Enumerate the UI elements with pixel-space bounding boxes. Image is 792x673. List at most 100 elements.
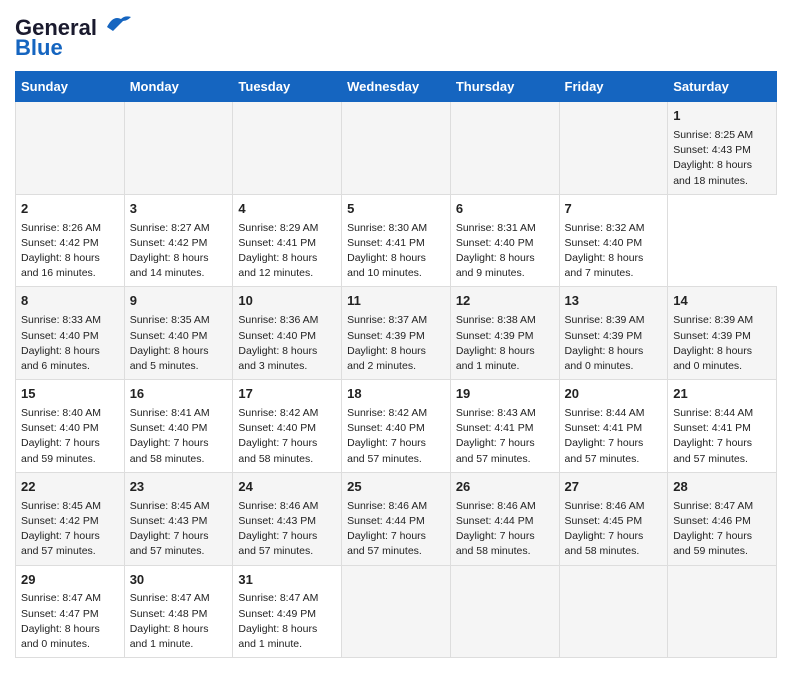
sunset-text: Sunset: 4:47 PM bbox=[21, 608, 99, 620]
sunset-text: Sunset: 4:40 PM bbox=[238, 422, 316, 434]
calendar-cell: 22Sunrise: 8:45 AMSunset: 4:42 PMDayligh… bbox=[16, 472, 125, 565]
calendar-table: SundayMondayTuesdayWednesdayThursdayFrid… bbox=[15, 71, 777, 658]
calendar-cell bbox=[233, 102, 342, 195]
sunrise-text: Sunrise: 8:39 AM bbox=[673, 314, 753, 326]
sunset-text: Sunset: 4:41 PM bbox=[456, 422, 534, 434]
calendar-cell bbox=[450, 565, 559, 658]
col-header-friday: Friday bbox=[559, 72, 668, 102]
daylight-text: Daylight: 7 hours and 58 minutes. bbox=[565, 530, 644, 557]
daylight-text: Daylight: 8 hours and 5 minutes. bbox=[130, 345, 209, 372]
calendar-cell: 17Sunrise: 8:42 AMSunset: 4:40 PMDayligh… bbox=[233, 380, 342, 473]
daylight-text: Daylight: 7 hours and 57 minutes. bbox=[130, 530, 209, 557]
sunset-text: Sunset: 4:43 PM bbox=[130, 515, 208, 527]
calendar-week-row: 1Sunrise: 8:25 AMSunset: 4:43 PMDaylight… bbox=[16, 102, 777, 195]
day-number: 22 bbox=[21, 478, 119, 497]
calendar-cell: 14 Sunrise: 8:39 AM Sunset: 4:39 PM Dayligh… bbox=[668, 287, 777, 380]
sunrise-text: Sunrise: 8:47 AM bbox=[130, 592, 210, 604]
sunset-text: Sunset: 4:40 PM bbox=[347, 422, 425, 434]
calendar-cell: 15Sunrise: 8:40 AMSunset: 4:40 PMDayligh… bbox=[16, 380, 125, 473]
logo: General Blue bbox=[15, 15, 131, 61]
daylight-text: Daylight: 8 hours and 12 minutes. bbox=[238, 252, 317, 279]
calendar-cell: 28Sunrise: 8:47 AMSunset: 4:46 PMDayligh… bbox=[668, 472, 777, 565]
daylight-text: Daylight: 8 hours and 0 minutes. bbox=[673, 345, 752, 372]
day-number: 3 bbox=[130, 200, 228, 219]
day-number: 9 bbox=[130, 292, 228, 311]
calendar-cell: 8Sunrise: 8:33 AMSunset: 4:40 PMDaylight… bbox=[16, 287, 125, 380]
sunrise-text: Sunrise: 8:44 AM bbox=[673, 407, 753, 419]
calendar-cell: 23Sunrise: 8:45 AMSunset: 4:43 PMDayligh… bbox=[124, 472, 233, 565]
daylight-text: Daylight: 8 hours and 10 minutes. bbox=[347, 252, 426, 279]
day-number: 21 bbox=[673, 385, 771, 404]
day-number: 14 bbox=[673, 292, 771, 311]
sunset-text: Sunset: 4:45 PM bbox=[565, 515, 643, 527]
daylight-text: Daylight: 8 hours and 6 minutes. bbox=[21, 345, 100, 372]
day-number: 30 bbox=[130, 571, 228, 590]
sunrise-text: Sunrise: 8:32 AM bbox=[565, 222, 645, 234]
daylight-text: Daylight: 7 hours and 57 minutes. bbox=[347, 530, 426, 557]
calendar-cell: 7 Sunrise: 8:32 AM Sunset: 4:40 PM Daylight… bbox=[559, 194, 668, 287]
day-number: 7 bbox=[565, 200, 663, 219]
calendar-cell: 6Sunrise: 8:31 AMSunset: 4:40 PMDaylight… bbox=[450, 194, 559, 287]
sunset-text: Sunset: 4:44 PM bbox=[347, 515, 425, 527]
sunrise-text: Sunrise: 8:41 AM bbox=[130, 407, 210, 419]
day-number: 12 bbox=[456, 292, 554, 311]
sunset-text: Sunset: 4:48 PM bbox=[130, 608, 208, 620]
sunrise-text: Sunrise: 8:43 AM bbox=[456, 407, 536, 419]
daylight-text: Daylight: 7 hours and 58 minutes. bbox=[130, 437, 209, 464]
calendar-week-row: 8Sunrise: 8:33 AMSunset: 4:40 PMDaylight… bbox=[16, 287, 777, 380]
sunrise-text: Sunrise: 8:39 AM bbox=[565, 314, 645, 326]
calendar-cell: 19Sunrise: 8:43 AMSunset: 4:41 PMDayligh… bbox=[450, 380, 559, 473]
sunset-text: Sunset: 4:39 PM bbox=[673, 330, 751, 342]
sunset-text: Sunset: 4:43 PM bbox=[238, 515, 316, 527]
day-number: 1 bbox=[673, 107, 771, 126]
sunset-text: Sunset: 4:40 PM bbox=[130, 422, 208, 434]
col-header-thursday: Thursday bbox=[450, 72, 559, 102]
calendar-cell bbox=[16, 102, 125, 195]
daylight-text: Daylight: 7 hours and 59 minutes. bbox=[21, 437, 100, 464]
calendar-week-row: 22 Sunrise: 8:45 AM Sunset: 4:42 PM Dayligh… bbox=[16, 472, 777, 565]
col-header-tuesday: Tuesday bbox=[233, 72, 342, 102]
calendar-cell bbox=[124, 102, 233, 195]
sunrise-text: Sunrise: 8:44 AM bbox=[565, 407, 645, 419]
calendar-cell: 9Sunrise: 8:35 AMSunset: 4:40 PMDaylight… bbox=[124, 287, 233, 380]
day-number: 19 bbox=[456, 385, 554, 404]
sunrise-text: Sunrise: 8:47 AM bbox=[238, 592, 318, 604]
daylight-text: Daylight: 7 hours and 57 minutes. bbox=[347, 437, 426, 464]
daylight-text: Daylight: 7 hours and 58 minutes. bbox=[456, 530, 535, 557]
sunset-text: Sunset: 4:46 PM bbox=[673, 515, 751, 527]
calendar-cell: 25Sunrise: 8:46 AMSunset: 4:44 PMDayligh… bbox=[342, 472, 451, 565]
sunrise-text: Sunrise: 8:30 AM bbox=[347, 222, 427, 234]
daylight-text: Daylight: 7 hours and 57 minutes. bbox=[238, 530, 317, 557]
sunrise-text: Sunrise: 8:25 AM bbox=[673, 129, 753, 141]
calendar-week-row: 2Sunrise: 8:26 AMSunset: 4:42 PMDaylight… bbox=[16, 194, 777, 287]
sunset-text: Sunset: 4:42 PM bbox=[21, 237, 99, 249]
day-number: 2 bbox=[21, 200, 119, 219]
sunset-text: Sunset: 4:42 PM bbox=[21, 515, 99, 527]
daylight-text: Daylight: 8 hours and 7 minutes. bbox=[565, 252, 644, 279]
daylight-text: Daylight: 7 hours and 58 minutes. bbox=[238, 437, 317, 464]
logo-bird-icon bbox=[99, 13, 131, 35]
calendar-cell: 26Sunrise: 8:46 AMSunset: 4:44 PMDayligh… bbox=[450, 472, 559, 565]
sunrise-text: Sunrise: 8:42 AM bbox=[347, 407, 427, 419]
sunset-text: Sunset: 4:40 PM bbox=[565, 237, 643, 249]
sunrise-text: Sunrise: 8:40 AM bbox=[21, 407, 101, 419]
calendar-cell: 2Sunrise: 8:26 AMSunset: 4:42 PMDaylight… bbox=[16, 194, 125, 287]
day-number: 20 bbox=[565, 385, 663, 404]
daylight-text: Daylight: 8 hours and 0 minutes. bbox=[565, 345, 644, 372]
sunrise-text: Sunrise: 8:45 AM bbox=[21, 500, 101, 512]
calendar-cell: 24Sunrise: 8:46 AMSunset: 4:43 PMDayligh… bbox=[233, 472, 342, 565]
daylight-text: Daylight: 8 hours and 1 minute. bbox=[130, 623, 209, 650]
calendar-cell: 1Sunrise: 8:25 AMSunset: 4:43 PMDaylight… bbox=[668, 102, 777, 195]
sunrise-text: Sunrise: 8:36 AM bbox=[238, 314, 318, 326]
day-number: 17 bbox=[238, 385, 336, 404]
calendar-cell: 29Sunrise: 8:47 AMSunset: 4:47 PMDayligh… bbox=[16, 565, 125, 658]
calendar-cell bbox=[668, 565, 777, 658]
day-number: 29 bbox=[21, 571, 119, 590]
sunrise-text: Sunrise: 8:33 AM bbox=[21, 314, 101, 326]
sunset-text: Sunset: 4:44 PM bbox=[456, 515, 534, 527]
daylight-text: Daylight: 7 hours and 57 minutes. bbox=[565, 437, 644, 464]
calendar-cell: 13Sunrise: 8:39 AMSunset: 4:39 PMDayligh… bbox=[559, 287, 668, 380]
sunrise-text: Sunrise: 8:46 AM bbox=[565, 500, 645, 512]
calendar-cell: 3Sunrise: 8:27 AMSunset: 4:42 PMDaylight… bbox=[124, 194, 233, 287]
sunrise-text: Sunrise: 8:27 AM bbox=[130, 222, 210, 234]
